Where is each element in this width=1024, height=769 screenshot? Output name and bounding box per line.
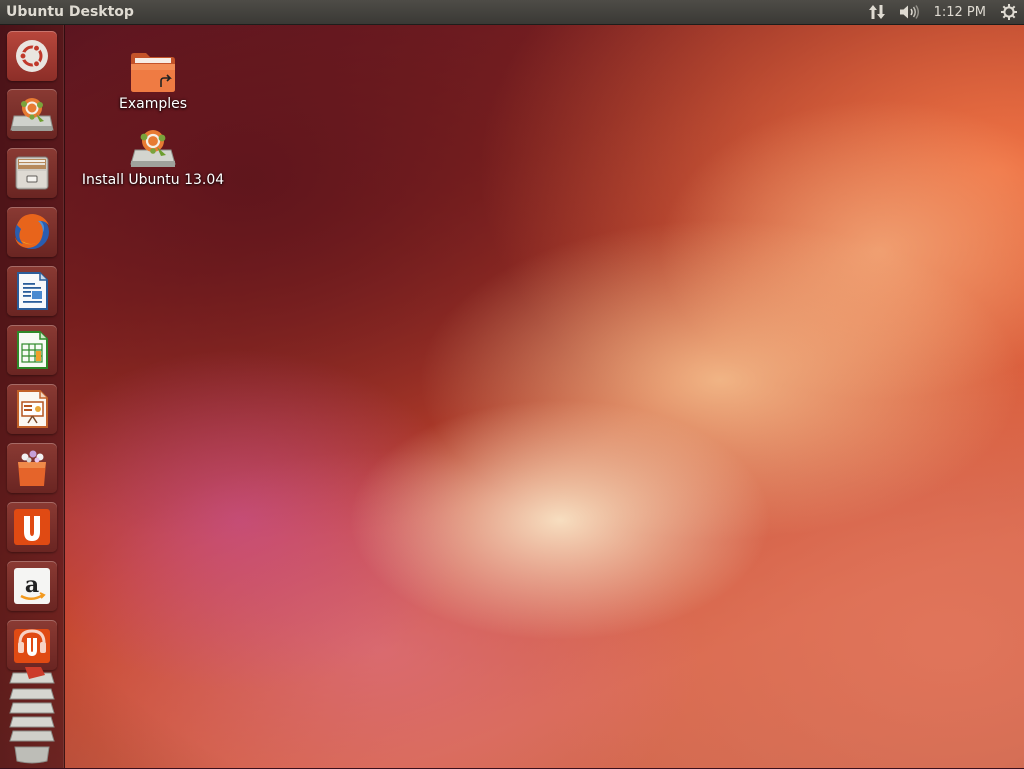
writer-document-icon xyxy=(17,272,48,310)
stacked-drives-icon xyxy=(9,667,55,764)
session-gear-icon xyxy=(1001,4,1017,20)
session-indicator[interactable] xyxy=(998,0,1020,24)
calc-spreadsheet-icon xyxy=(17,331,48,369)
install-ubuntu-icon xyxy=(10,98,54,131)
file-cabinet-icon xyxy=(15,156,49,190)
launcher: a xyxy=(0,25,65,768)
launcher-libreoffice-impress[interactable] xyxy=(7,384,57,434)
network-indicator[interactable] xyxy=(866,0,888,24)
impress-presentation-icon xyxy=(17,390,48,428)
app-title[interactable]: Ubuntu Desktop xyxy=(6,4,134,20)
shopping-bag-icon xyxy=(18,450,46,486)
desktop-icon-examples[interactable]: Examples xyxy=(78,50,228,112)
folder-link-icon xyxy=(131,53,175,92)
sound-indicator[interactable] xyxy=(898,0,922,24)
ubuntu-one-music-icon xyxy=(14,629,50,663)
wallpaper-vignette xyxy=(0,0,1024,768)
launcher-ubuntu-one-music[interactable] xyxy=(7,620,57,670)
ubuntu-one-icon xyxy=(14,509,50,545)
sound-indicator-icon xyxy=(899,5,919,19)
ubuntu-logo-icon xyxy=(16,40,48,72)
launcher-amazon[interactable]: a xyxy=(7,561,57,611)
launcher-ubuntu-one[interactable] xyxy=(7,502,57,552)
launcher-libreoffice-calc[interactable] xyxy=(7,325,57,375)
launcher-firefox[interactable] xyxy=(7,207,57,257)
network-indicator-icon xyxy=(868,5,885,19)
install-ubuntu-icon xyxy=(130,130,176,167)
launcher-software-center[interactable] xyxy=(7,443,57,493)
desktop-icon-label: Examples xyxy=(118,96,188,112)
desktop-icon-install-ubuntu[interactable]: Install Ubuntu 13.04 xyxy=(78,126,228,188)
amazon-icon: a xyxy=(14,568,50,604)
clock[interactable]: 1:12 PM xyxy=(934,5,986,20)
svg-text:a: a xyxy=(25,572,39,598)
top-panel: Ubuntu Desktop 1:12 PM xyxy=(0,0,1024,25)
launcher-install-ubuntu[interactable] xyxy=(7,89,57,139)
launcher-libreoffice-writer[interactable] xyxy=(7,266,57,316)
launcher-dash-home[interactable] xyxy=(7,31,57,81)
firefox-icon xyxy=(15,214,49,249)
indicator-area: 1:12 PM xyxy=(866,0,1024,24)
desktop-icon-label: Install Ubuntu 13.04 xyxy=(81,172,225,188)
launcher-workspace-stack[interactable] xyxy=(7,665,57,765)
launcher-files[interactable] xyxy=(7,148,57,198)
